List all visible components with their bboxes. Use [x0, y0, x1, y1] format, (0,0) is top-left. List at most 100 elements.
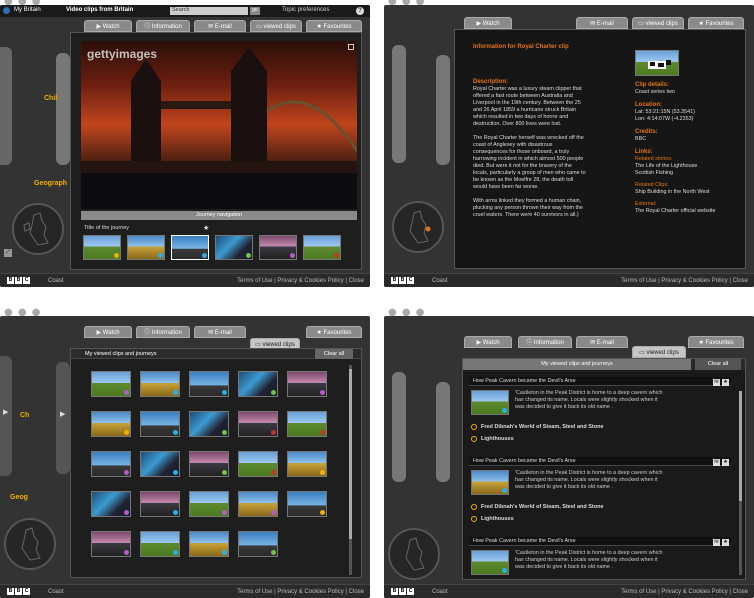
tab-watch[interactable]: ▶ Watch — [84, 326, 132, 338]
clip-related-link[interactable]: Fred Dibnah's World of Steam, Steel and … — [471, 501, 727, 513]
viewed-clip-thumbnail[interactable] — [238, 491, 278, 517]
footer-links[interactable]: Terms of Use | Privacy & Cookies Policy … — [237, 274, 364, 287]
email-icon[interactable]: ✉ — [713, 379, 720, 386]
category-slide-panel[interactable] — [436, 55, 450, 165]
tab-email[interactable]: ✉ E-mail — [576, 17, 628, 29]
viewed-clip-thumbnail[interactable] — [238, 451, 278, 477]
tab-information[interactable]: ⓘ Information — [136, 326, 190, 338]
tab-email[interactable]: ✉ E-mail — [194, 326, 246, 338]
viewed-clip-thumbnail[interactable] — [287, 491, 327, 517]
email-icon[interactable]: ✉ — [713, 459, 720, 466]
viewed-clip-thumbnail[interactable] — [238, 411, 278, 437]
viewed-clip-thumbnail[interactable] — [140, 491, 180, 517]
clear-all-button[interactable]: Clear all — [315, 349, 353, 359]
clip-title[interactable]: How Peak Cavern became the Devil's Arse — [473, 378, 576, 384]
clip-related-link[interactable]: Fred Dibnah's World of Steam, Steel and … — [471, 421, 727, 433]
tab-watch[interactable]: ▶ Watch — [84, 20, 132, 32]
external-link[interactable]: The Royal Charter official website — [635, 208, 745, 215]
left-slide-panel[interactable] — [392, 372, 406, 482]
tab-viewed-clips[interactable]: ▭ viewed clips — [250, 20, 302, 32]
viewed-clip-thumbnail[interactable] — [140, 531, 180, 557]
left-slide-panel[interactable] — [0, 47, 12, 165]
related-story-link[interactable]: The Life of the Lighthouse — [635, 163, 745, 170]
footer-links[interactable]: Terms of Use | Privacy & Cookies Policy … — [237, 585, 364, 598]
tab-information[interactable]: ⓘ Information — [518, 336, 572, 348]
viewed-clip-thumbnail[interactable] — [238, 531, 278, 557]
viewed-clip-thumbnail[interactable] — [91, 411, 131, 437]
viewed-clip-thumbnail[interactable] — [287, 451, 327, 477]
clip-thumbnail[interactable] — [635, 50, 679, 76]
help-icon[interactable]: ? — [356, 7, 364, 15]
viewed-clip-item[interactable]: How Peak Cavern became the Devil's Arse ✉… — [469, 377, 731, 449]
viewed-clip-item[interactable]: How Peak Cavern became the Devil's Arse ✉… — [469, 457, 731, 529]
viewed-clip-thumbnail[interactable] — [91, 491, 131, 517]
scrollbar[interactable] — [739, 391, 742, 575]
related-story-link[interactable]: Scottish Fishing — [635, 170, 745, 177]
map-globe[interactable] — [388, 528, 440, 580]
scroll-thumb[interactable] — [739, 391, 742, 501]
journey-thumbnail[interactable] — [259, 235, 297, 260]
journey-thumbnail[interactable] — [303, 235, 341, 260]
clear-all-button[interactable]: Clear all — [695, 359, 741, 370]
viewed-clip-thumbnail[interactable] — [287, 371, 327, 397]
tab-favourites[interactable]: ★ Favourites — [306, 20, 362, 32]
footer-links[interactable]: Terms of Use | Privacy & Cookies Policy … — [621, 585, 748, 598]
journey-thumbnail[interactable] — [127, 235, 165, 260]
viewed-clip-thumbnail[interactable] — [287, 411, 327, 437]
related-clip-link[interactable]: Ship Building in the North West — [635, 189, 745, 196]
tab-viewed-clips[interactable]: ▭ viewed clips — [632, 346, 686, 358]
viewed-clip-thumbnail[interactable] — [91, 531, 131, 557]
footer-links[interactable]: Terms of Use | Privacy & Cookies Policy … — [621, 274, 748, 287]
viewed-clip-thumbnail[interactable] — [140, 371, 180, 397]
tab-email[interactable]: ✉ E-mail — [194, 20, 246, 32]
viewed-clip-item[interactable]: How Peak Cavern became the Devil's Arse ✉… — [469, 537, 731, 577]
viewed-clip-thumbnail[interactable] — [91, 451, 131, 477]
tab-watch[interactable]: ▶ Watch — [464, 336, 512, 348]
favourite-star-icon[interactable]: ★ — [722, 459, 729, 466]
favourite-star-icon[interactable]: ★ — [722, 539, 729, 546]
viewed-clip-thumbnail[interactable] — [189, 491, 229, 517]
scroll-thumb[interactable] — [349, 369, 352, 539]
clip-thumbnail[interactable] — [471, 390, 509, 415]
journey-thumbnail[interactable] — [171, 235, 209, 260]
map-globe[interactable] — [392, 201, 444, 253]
category-slide-panel[interactable] — [56, 53, 70, 165]
expand-icon[interactable] — [348, 44, 354, 50]
clip-title[interactable]: How Peak Cavern became the Devil's Arse — [473, 538, 576, 544]
journey-thumbnail[interactable] — [83, 235, 121, 260]
tab-watch[interactable]: ▶ Watch — [464, 17, 512, 29]
map-globe[interactable] — [4, 518, 56, 570]
viewed-clip-thumbnail[interactable] — [189, 371, 229, 397]
tab-information[interactable]: ⓘ Information — [136, 20, 190, 32]
clip-title[interactable]: How Peak Cavern became the Devil's Arse — [473, 458, 576, 464]
tab-favourites[interactable]: ★ Favourites — [688, 17, 744, 29]
fullscreen-icon[interactable]: ⤢ — [4, 249, 12, 257]
go-button[interactable]: go — [250, 7, 260, 15]
tab-email[interactable]: ✉ E-mail — [576, 336, 628, 348]
favourite-star-icon[interactable]: ★ — [722, 379, 729, 386]
viewed-clip-thumbnail[interactable] — [189, 531, 229, 557]
left-slide-panel[interactable] — [392, 45, 406, 163]
tab-favourites[interactable]: ★ Favourites — [306, 326, 362, 338]
video-frame[interactable]: gettyimages — [81, 41, 357, 209]
tab-favourites[interactable]: ★ Favourites — [688, 336, 744, 348]
viewed-clip-thumbnail[interactable] — [140, 411, 180, 437]
journey-thumbnail[interactable] — [215, 235, 253, 260]
clip-related-link[interactable]: Lighthouses — [471, 513, 727, 525]
clip-thumbnail[interactable] — [471, 470, 509, 495]
viewed-clip-thumbnail[interactable] — [189, 411, 229, 437]
favourite-star-icon[interactable]: ★ — [203, 224, 209, 232]
email-icon[interactable]: ✉ — [713, 539, 720, 546]
category-slide-panel[interactable]: ▶ — [56, 362, 70, 474]
scrollbar[interactable] — [349, 365, 352, 575]
viewed-clip-thumbnail[interactable] — [140, 451, 180, 477]
search-input[interactable]: Search — [170, 7, 248, 15]
tab-viewed-clips[interactable]: ▭ viewed clips — [632, 17, 684, 29]
viewed-clip-thumbnail[interactable] — [91, 371, 131, 397]
viewed-clip-thumbnail[interactable] — [189, 451, 229, 477]
left-slide-panel[interactable]: ▶ — [0, 356, 12, 476]
journey-navigation-bar[interactable]: Journey navigation — [81, 211, 357, 220]
category-slide-panel[interactable] — [436, 382, 450, 482]
map-globe[interactable] — [12, 203, 64, 255]
topic-preferences-link[interactable]: Topic preferences — [282, 7, 329, 13]
